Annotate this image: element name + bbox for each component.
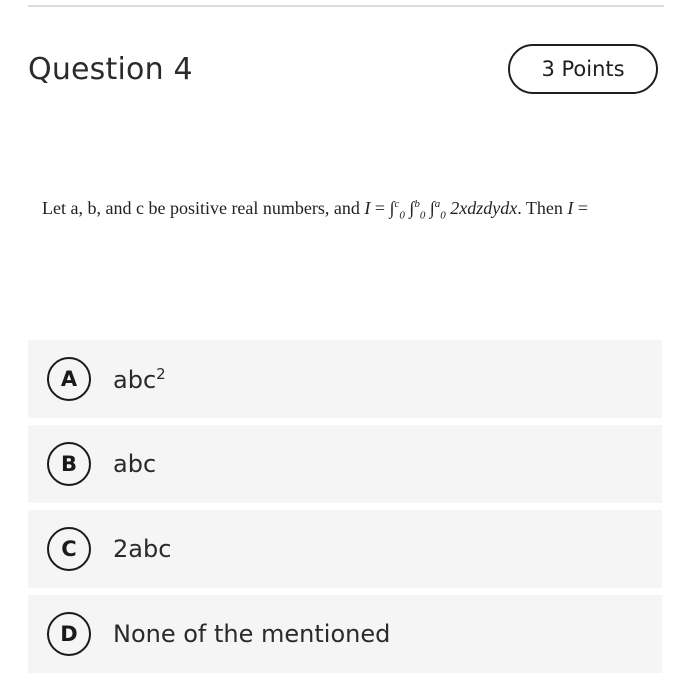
- option-c-text: 2abc: [113, 535, 172, 563]
- integral-1: ∫c0: [389, 198, 405, 222]
- option-a[interactable]: A abc2: [28, 340, 662, 418]
- option-c[interactable]: C 2abc: [28, 510, 662, 588]
- points-badge: 3 Points: [508, 44, 658, 94]
- option-b-text: abc: [113, 450, 157, 478]
- option-b-letter: B: [47, 442, 91, 486]
- question-title: Question 4: [28, 52, 193, 87]
- option-a-text: abc2: [113, 365, 166, 394]
- integral-1-lower: 0: [399, 209, 405, 222]
- stem-prefix: Let a, b, and c be positive real numbers…: [42, 198, 365, 218]
- answer-options: A abc2 B abc C 2abc D None of the mentio…: [28, 340, 662, 680]
- option-d-letter: D: [47, 612, 91, 656]
- option-a-base: abc: [113, 365, 157, 394]
- option-d-text: None of the mentioned: [113, 620, 391, 648]
- stem-equals: =: [370, 198, 390, 218]
- option-d[interactable]: D None of the mentioned: [28, 595, 662, 673]
- integral-1-upper: c: [394, 198, 400, 210]
- option-a-letter: A: [47, 357, 91, 401]
- integral-3-upper: a: [434, 198, 441, 210]
- top-divider: [28, 5, 664, 7]
- option-a-exponent: 2: [156, 364, 166, 383]
- integrand: 2xdzdydx: [450, 198, 518, 218]
- integral-2-upper: b: [414, 198, 420, 210]
- question-stem: Let a, b, and c be positive real numbers…: [42, 198, 682, 222]
- integral-3: ∫a0: [429, 198, 446, 222]
- stem-end-equals: =: [573, 198, 589, 218]
- integral-3-lower: 0: [440, 209, 446, 222]
- option-b[interactable]: B abc: [28, 425, 662, 503]
- option-c-letter: C: [47, 527, 91, 571]
- integral-2: ∫b0: [409, 198, 426, 222]
- integral-2-lower: 0: [419, 209, 426, 222]
- stem-suffix: . Then: [517, 198, 568, 218]
